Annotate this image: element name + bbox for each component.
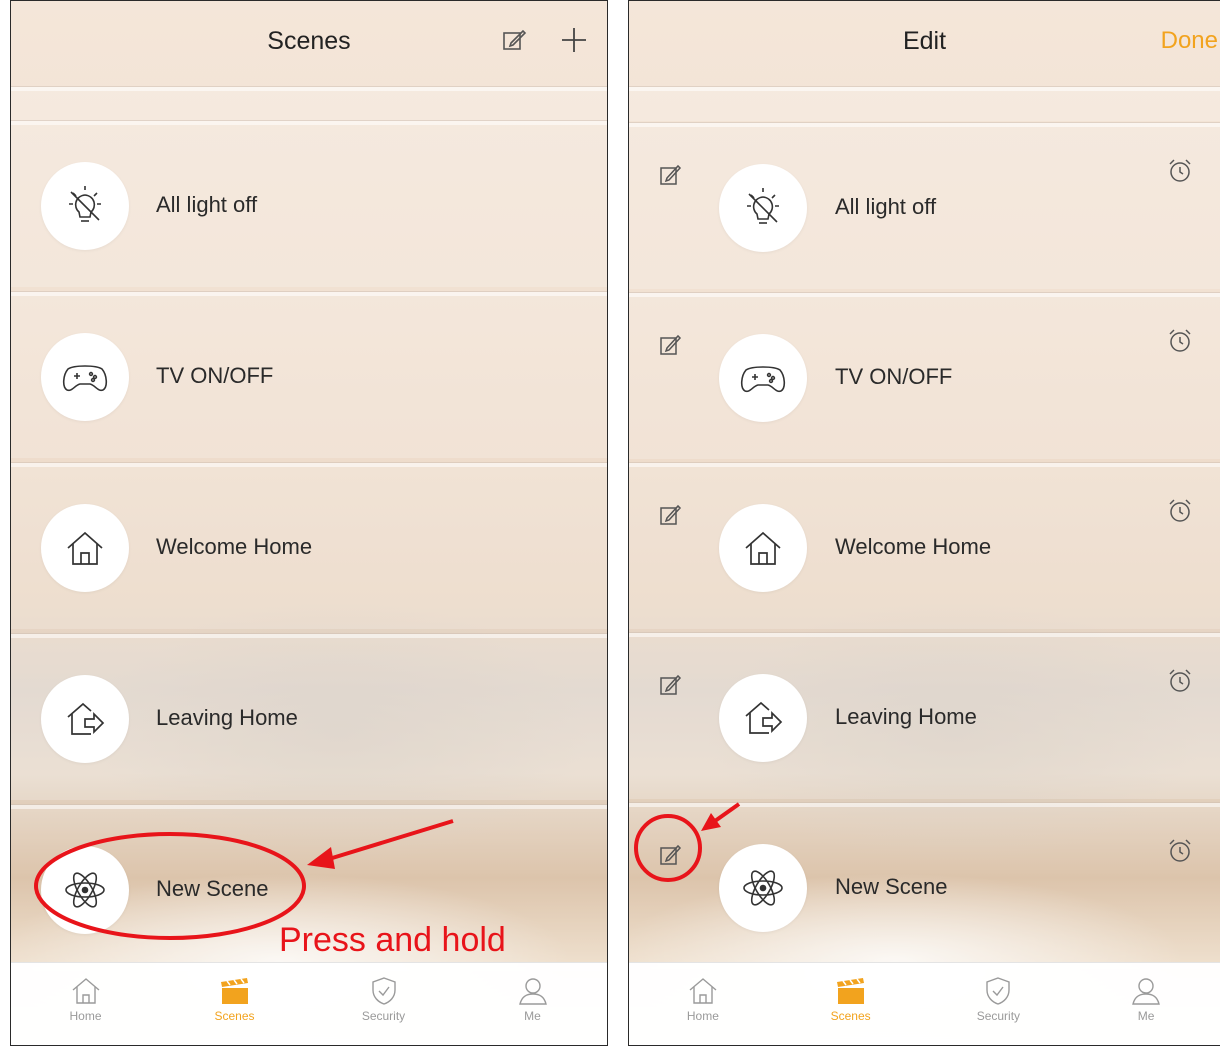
tab-label: Security [361, 1009, 406, 1023]
scene-card[interactable]: Welcome Home [11, 463, 607, 629]
edit-scenes-screen: Edit Done All light off TV ON/OFF Welcom… [628, 0, 1220, 1046]
edit-icon [503, 29, 527, 50]
home-icon [689, 978, 717, 1004]
tab-scenes[interactable]: Scenes [180, 963, 290, 1023]
lightbulb-off-icon [747, 188, 779, 224]
edit-icon[interactable] [659, 843, 683, 867]
scene-icon-circle [719, 504, 807, 592]
edit-icon[interactable] [659, 673, 683, 697]
scene-card[interactable]: New Scene [629, 803, 1220, 969]
edit-icon[interactable] [659, 163, 683, 187]
tab-label: Home [686, 1009, 719, 1023]
scene-card[interactable]: Leaving Home [629, 633, 1220, 799]
scene-card[interactable]: TV ON/OFF [629, 293, 1220, 459]
shield-check-icon [986, 977, 1011, 1005]
scene-icon-circle [41, 162, 129, 250]
tab-label: Security [976, 1009, 1021, 1023]
tab-label: Me [1137, 1009, 1155, 1023]
scene-card[interactable]: Leaving Home [11, 634, 607, 800]
tab-security[interactable]: Security [329, 963, 439, 1023]
tab-bar: Home Scenes Security Me [11, 962, 607, 1045]
scene-icon-circle [719, 334, 807, 422]
clapperboard-icon [836, 978, 864, 1004]
page-title: Scenes [267, 26, 351, 55]
tab-home[interactable]: Home [31, 963, 141, 1023]
scene-icon-circle [41, 846, 129, 934]
lightbulb-off-icon [69, 186, 101, 222]
scene-label: New Scene [156, 876, 269, 901]
scene-label: Welcome Home [835, 534, 992, 559]
house-icon [67, 531, 103, 565]
alarm-clock-icon[interactable] [1166, 157, 1194, 185]
tab-bar: Home Scenes Security Me [629, 962, 1220, 1045]
page-title: Edit [902, 26, 947, 55]
gamepad-icon [740, 366, 786, 393]
edit-scenes-button[interactable] [497, 23, 531, 57]
navigation-bar: Scenes [11, 1, 607, 81]
gamepad-icon [62, 365, 108, 392]
edit-icon[interactable] [659, 503, 683, 527]
home-icon [72, 978, 99, 1004]
scene-icon-circle [719, 844, 807, 932]
scene-card-partial [629, 87, 1220, 121]
done-button[interactable]: Done [1161, 27, 1218, 55]
scene-label: All light off [156, 192, 258, 217]
alarm-clock-icon[interactable] [1166, 667, 1194, 695]
house-exit-icon [745, 701, 783, 734]
tab-label: Scenes [214, 1009, 255, 1023]
tab-label: Scenes [830, 1009, 871, 1023]
tab-me[interactable]: Me [1091, 963, 1201, 1023]
tab-security[interactable]: Security [943, 963, 1053, 1023]
scene-card-partial [11, 87, 607, 121]
scene-icon-circle [719, 164, 807, 252]
atom-icon [743, 870, 783, 906]
alarm-clock-icon[interactable] [1166, 837, 1194, 865]
tab-label: Home [69, 1009, 102, 1023]
atom-icon [65, 872, 105, 908]
scene-label: All light off [835, 194, 937, 219]
scenes-screen: Scenes All light off TV ON/OFF Welcome H… [10, 0, 608, 1046]
scene-label: Leaving Home [156, 705, 298, 730]
house-exit-icon [67, 702, 105, 735]
navigation-bar: Edit Done [629, 1, 1220, 81]
scene-label: New Scene [835, 874, 948, 899]
add-scene-button[interactable] [557, 23, 591, 57]
tab-me[interactable]: Me [478, 963, 588, 1023]
alarm-clock-icon[interactable] [1166, 497, 1194, 525]
scene-label: TV ON/OFF [835, 364, 953, 389]
house-icon [745, 531, 781, 565]
scene-icon-circle [719, 674, 807, 762]
scene-label: TV ON/OFF [156, 363, 274, 388]
annotation-text: Press and hold [279, 921, 506, 959]
scene-card[interactable]: All light off [11, 121, 607, 287]
clapperboard-icon [220, 978, 248, 1004]
tab-scenes[interactable]: Scenes [796, 963, 906, 1023]
scene-card[interactable]: Welcome Home [629, 463, 1220, 629]
scene-icon-circle [41, 333, 129, 421]
tab-home[interactable]: Home [648, 963, 758, 1023]
person-icon [518, 978, 547, 1005]
scene-card[interactable]: All light off [629, 123, 1220, 289]
scene-icon-circle [41, 504, 129, 592]
edit-icon[interactable] [659, 333, 683, 357]
scene-label: Leaving Home [835, 704, 977, 729]
tab-label: Me [524, 1009, 541, 1023]
alarm-clock-icon[interactable] [1166, 327, 1194, 355]
shield-check-icon [371, 977, 396, 1005]
person-icon [1132, 978, 1161, 1005]
scene-icon-circle [41, 675, 129, 763]
plus-icon [562, 28, 586, 52]
scene-label: Welcome Home [156, 534, 313, 559]
scene-card[interactable]: TV ON/OFF [11, 292, 607, 458]
